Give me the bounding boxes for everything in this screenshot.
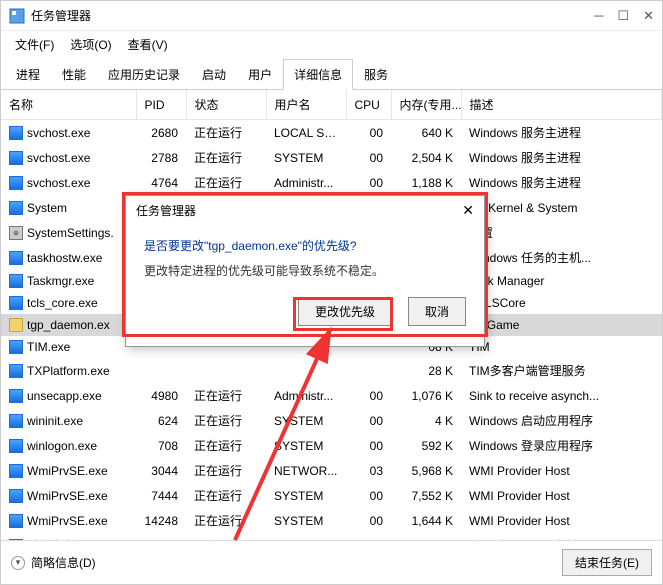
column-header[interactable]: 名称 <box>1 90 136 120</box>
confirm-dialog: 任务管理器 ✕ 是否要更改"tgp_daemon.exe"的优先级? 更改特定进… <box>125 195 485 347</box>
table-row[interactable]: winlogon.exe708正在运行SYSTEM00592 KWindows … <box>1 433 662 458</box>
chevron-down-icon: ▾ <box>11 556 25 570</box>
process-icon <box>9 340 23 354</box>
menu-item[interactable]: 查看(V) <box>120 33 176 56</box>
table-row[interactable]: svchost.exe4764正在运行Administr...001,188 K… <box>1 170 662 195</box>
process-icon <box>9 274 23 288</box>
process-icon <box>9 226 23 240</box>
tab-用户[interactable]: 用户 <box>237 59 283 90</box>
tab-服务[interactable]: 服务 <box>353 59 399 90</box>
column-header[interactable]: PID <box>136 90 186 120</box>
cancel-button[interactable]: 取消 <box>408 297 466 326</box>
close-button[interactable]: ✕ <box>643 8 654 24</box>
table-row[interactable]: unsecapp.exe4980正在运行Administr...001,076 … <box>1 383 662 408</box>
process-icon <box>9 318 23 332</box>
process-icon <box>9 414 23 428</box>
process-icon <box>9 489 23 503</box>
tab-性能[interactable]: 性能 <box>51 59 97 90</box>
table-row[interactable]: TXPlatform.exe28 KTIM多客户端管理服务 <box>1 358 662 383</box>
fewer-details-label: 简略信息(D) <box>31 554 96 571</box>
table-row[interactable]: WmiPrvSE.exe14248正在运行SYSTEM001,644 KWMI … <box>1 508 662 533</box>
tabstrip: 进程性能应用历史记录启动用户详细信息服务 <box>1 58 662 90</box>
dialog-question: 是否要更改"tgp_daemon.exe"的优先级? <box>144 237 466 254</box>
column-header[interactable]: 描述 <box>461 90 662 120</box>
process-icon <box>9 126 23 140</box>
process-icon <box>9 251 23 265</box>
process-icon <box>9 151 23 165</box>
titlebar: 任务管理器 ─ ☐ ✕ <box>1 1 662 31</box>
fewer-details-toggle[interactable]: ▾ 简略信息(D) <box>11 554 96 571</box>
process-icon <box>9 364 23 378</box>
process-icon <box>9 464 23 478</box>
dialog-subtext: 更改特定进程的优先级可能导致系统不稳定。 <box>144 262 466 279</box>
window-title: 任务管理器 <box>31 7 594 24</box>
process-icon <box>9 296 23 310</box>
table-row[interactable]: svchost.exe2788正在运行SYSTEM002,504 KWindow… <box>1 145 662 170</box>
tab-应用历史记录[interactable]: 应用历史记录 <box>97 59 191 90</box>
dialog-close-button[interactable]: ✕ <box>462 202 474 219</box>
menu-item[interactable]: 选项(O) <box>62 33 119 56</box>
column-header[interactable]: CPU <box>346 90 391 120</box>
menu-item[interactable]: 文件(F) <box>7 33 62 56</box>
end-task-button[interactable]: 结束任务(E) <box>562 549 652 576</box>
process-icon <box>9 514 23 528</box>
table-row[interactable]: WmiPrvSE.exe3044正在运行NETWOR...035,968 KWM… <box>1 458 662 483</box>
tab-详细信息[interactable]: 详细信息 <box>283 59 353 90</box>
maximize-button[interactable]: ☐ <box>617 8 629 24</box>
table-row[interactable]: 系统中断-正在运行SYSTEM000 K延迟过程调用和中断服... <box>1 533 662 540</box>
process-icon <box>9 389 23 403</box>
table-row[interactable]: wininit.exe624正在运行SYSTEM004 KWindows 启动应… <box>1 408 662 433</box>
tab-启动[interactable]: 启动 <box>191 59 237 90</box>
menubar: 文件(F)选项(O)查看(V) <box>1 31 662 58</box>
process-icon <box>9 539 23 540</box>
column-header[interactable]: 用户名 <box>266 90 346 120</box>
table-row[interactable]: WmiPrvSE.exe7444正在运行SYSTEM007,552 KWMI P… <box>1 483 662 508</box>
footer: ▾ 简略信息(D) 结束任务(E) <box>1 540 662 584</box>
process-icon <box>9 201 23 215</box>
column-header[interactable]: 状态 <box>186 90 266 120</box>
table-row[interactable]: svchost.exe2680正在运行LOCAL SE...00640 KWin… <box>1 120 662 146</box>
dialog-titlebar: 任务管理器 ✕ <box>126 196 484 225</box>
tab-进程[interactable]: 进程 <box>5 59 51 90</box>
column-header[interactable]: 内存(专用... <box>391 90 461 120</box>
dialog-title: 任务管理器 <box>136 202 462 219</box>
minimize-button[interactable]: ─ <box>594 8 603 24</box>
confirm-button[interactable]: 更改优先级 <box>298 297 392 326</box>
process-icon <box>9 439 23 453</box>
app-icon <box>9 8 25 24</box>
process-icon <box>9 176 23 190</box>
